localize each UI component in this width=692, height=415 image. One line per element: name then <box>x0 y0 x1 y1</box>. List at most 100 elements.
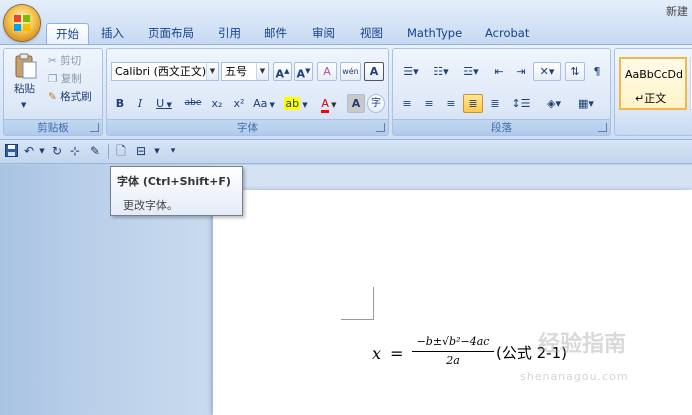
equation-denominator: 2a <box>446 354 460 367</box>
page-break-icon[interactable]: ⊟ <box>134 144 148 158</box>
page-break-dropdown-icon[interactable]: ▼ <box>150 144 164 158</box>
tab-home[interactable]: 开始 <box>46 23 89 45</box>
style-normal-name: ↵正文 <box>635 92 667 105</box>
multilevel-list-button[interactable]: ☲▾ <box>457 62 485 81</box>
tab-page-layout[interactable]: 页面布局 <box>139 23 203 45</box>
character-shading-button[interactable]: A <box>347 94 365 113</box>
tab-mathtype[interactable]: MathType <box>398 23 471 45</box>
style-normal[interactable]: AaBbCcDd ↵正文 <box>619 57 687 110</box>
pilcrow-icon: ¶ <box>593 65 601 78</box>
font-color-button[interactable]: A ▼ <box>314 94 344 113</box>
new-document-icon[interactable]: 🗋 <box>114 144 128 158</box>
align-center-icon: ≡ <box>424 97 434 110</box>
ribbon-tab-strip: 新建 开始 插入 页面布局 引用 邮件 审阅 视图 MathType Acrob… <box>0 0 692 45</box>
cut-label: 剪切 <box>60 55 82 67</box>
align-right-button[interactable]: ≡ <box>441 94 461 113</box>
phonetic-guide-button[interactable]: wén <box>340 62 361 81</box>
font-size-combo[interactable]: 五号 ▼ <box>221 62 269 81</box>
change-case-label: Aa <box>253 97 268 110</box>
copy-icon: ❐ <box>48 73 58 85</box>
shading-button[interactable]: ◈▾ <box>539 94 569 113</box>
tab-view[interactable]: 视图 <box>351 23 392 45</box>
tab-insert[interactable]: 插入 <box>92 23 133 45</box>
format-painter-button[interactable]: ✎ 格式刷 <box>48 89 92 105</box>
paragraph-group: ☰▾ ☷▾ ☲▾ ⇤ ⇥ ✕▾ ⇅ ¶ ≡ ≡ ≡ ≣ ≣ ↕☰ ◈▾ ▦▾ 段… <box>392 48 611 136</box>
font-group-label: 字体 <box>107 119 388 135</box>
underline-button[interactable]: U ▼ <box>151 94 177 113</box>
grow-font-button[interactable]: A▲ <box>273 62 292 81</box>
align-right-icon: ≡ <box>446 97 456 110</box>
character-border-label: A <box>369 65 379 78</box>
decrease-indent-icon: ⇤ <box>494 65 504 78</box>
distributed-button[interactable]: ≣ <box>485 94 505 113</box>
equation-fraction: −b±√b²−4ac 2a <box>412 334 494 368</box>
subscript-button[interactable]: x₂ <box>207 94 227 113</box>
cut-button[interactable]: ✂ 剪切 <box>48 53 81 69</box>
equation-numerator: −b±√b²−4ac <box>416 335 490 348</box>
bold-button[interactable]: B <box>111 94 129 113</box>
font-name-combo[interactable]: Calibri (西文正文) ▼ <box>111 62 219 81</box>
show-marks-button[interactable]: ¶ <box>587 62 607 81</box>
redo-icon[interactable]: ↻ <box>50 144 64 158</box>
brush-icon: ✎ <box>48 91 57 103</box>
line-spacing-button[interactable]: ↕☰ <box>507 94 535 113</box>
copy-button[interactable]: ❐ 复制 <box>48 71 82 87</box>
increase-indent-icon: ⇥ <box>516 65 526 78</box>
decrease-indent-button[interactable]: ⇤ <box>489 62 509 81</box>
justify-button[interactable]: ≣ <box>463 94 483 113</box>
tooltip-title: 字体 (Ctrl+Shift+F) <box>117 175 231 188</box>
sort-button[interactable]: ⇅ <box>565 62 585 81</box>
numbering-button[interactable]: ☷▾ <box>427 62 455 81</box>
workspace-top-area <box>213 165 692 190</box>
draw-table-icon[interactable]: ⊹ <box>68 144 82 158</box>
clear-format-button[interactable]: A <box>317 62 337 81</box>
undo-dropdown-icon[interactable]: ▼ <box>35 144 49 158</box>
office-logo-icon <box>14 15 30 31</box>
undo-icon[interactable]: ↶ <box>22 144 36 158</box>
strikethrough-label: abe <box>184 98 202 108</box>
clipboard-group-label: 剪贴板 <box>4 119 102 135</box>
change-case-button[interactable]: Aa ▼ <box>251 94 277 113</box>
tab-references[interactable]: 引用 <box>209 23 250 45</box>
character-border-button[interactable]: A <box>364 62 384 81</box>
paint-bucket-icon: ◈▾ <box>547 97 561 110</box>
edit-icon[interactable]: ✎ <box>88 144 102 158</box>
align-left-button[interactable]: ≡ <box>397 94 417 113</box>
sort-icon: ⇅ <box>570 65 580 78</box>
tab-acrobat[interactable]: Acrobat <box>476 23 538 45</box>
watermark: 经验指南 <box>538 332 627 357</box>
customize-toolbar-icon[interactable]: ▾ <box>166 144 180 158</box>
ribbon: 粘贴 ▼ ✂ 剪切 ❐ 复制 ✎ 格式刷 剪贴板 Calibri (西文正文) … <box>0 44 692 140</box>
save-icon[interactable] <box>4 144 18 158</box>
paste-button[interactable]: 粘贴 ▼ <box>7 51 43 117</box>
bullets-icon: ☰▾ <box>403 65 419 78</box>
bullets-button[interactable]: ☰▾ <box>397 62 425 81</box>
style-normal-name-text: 正文 <box>644 92 667 105</box>
strikethrough-button[interactable]: abe <box>181 94 205 113</box>
copy-label: 复制 <box>60 73 82 85</box>
line-spacing-icon: ↕☰ <box>511 97 531 110</box>
italic-label: I <box>137 97 143 110</box>
tab-review[interactable]: 审阅 <box>303 23 344 45</box>
font-tooltip: 字体 (Ctrl+Shift+F) 更改字体。 <box>110 166 243 216</box>
enclose-characters-label: 字 <box>371 98 381 109</box>
align-center-button[interactable]: ≡ <box>419 94 439 113</box>
asian-layout-button[interactable]: ✕▾ <box>533 62 561 81</box>
italic-button[interactable]: I <box>131 94 149 113</box>
paste-dropdown-arrow-icon: ▼ <box>21 101 27 109</box>
office-button[interactable] <box>4 5 40 41</box>
styles-group: AaBbCcDd ↵正文 A <box>614 48 692 136</box>
clipboard-dialog-launcher-icon[interactable] <box>90 123 99 132</box>
grow-font-label: A <box>275 67 285 81</box>
paragraph-dialog-launcher-icon[interactable] <box>598 123 607 132</box>
tab-mailings[interactable]: 邮件 <box>255 23 296 45</box>
shrink-font-button[interactable]: A▼ <box>294 62 313 81</box>
increase-indent-button[interactable]: ⇥ <box>511 62 531 81</box>
font-dialog-launcher-icon[interactable] <box>376 123 385 132</box>
superscript-button[interactable]: x² <box>229 94 249 113</box>
equation-variable: x <box>372 344 382 363</box>
paragraph-group-label: 段落 <box>393 119 610 135</box>
highlight-button[interactable]: ab ▼ <box>281 94 311 113</box>
enclose-characters-button[interactable]: 字 <box>367 94 385 113</box>
borders-button[interactable]: ▦▾ <box>571 94 601 113</box>
